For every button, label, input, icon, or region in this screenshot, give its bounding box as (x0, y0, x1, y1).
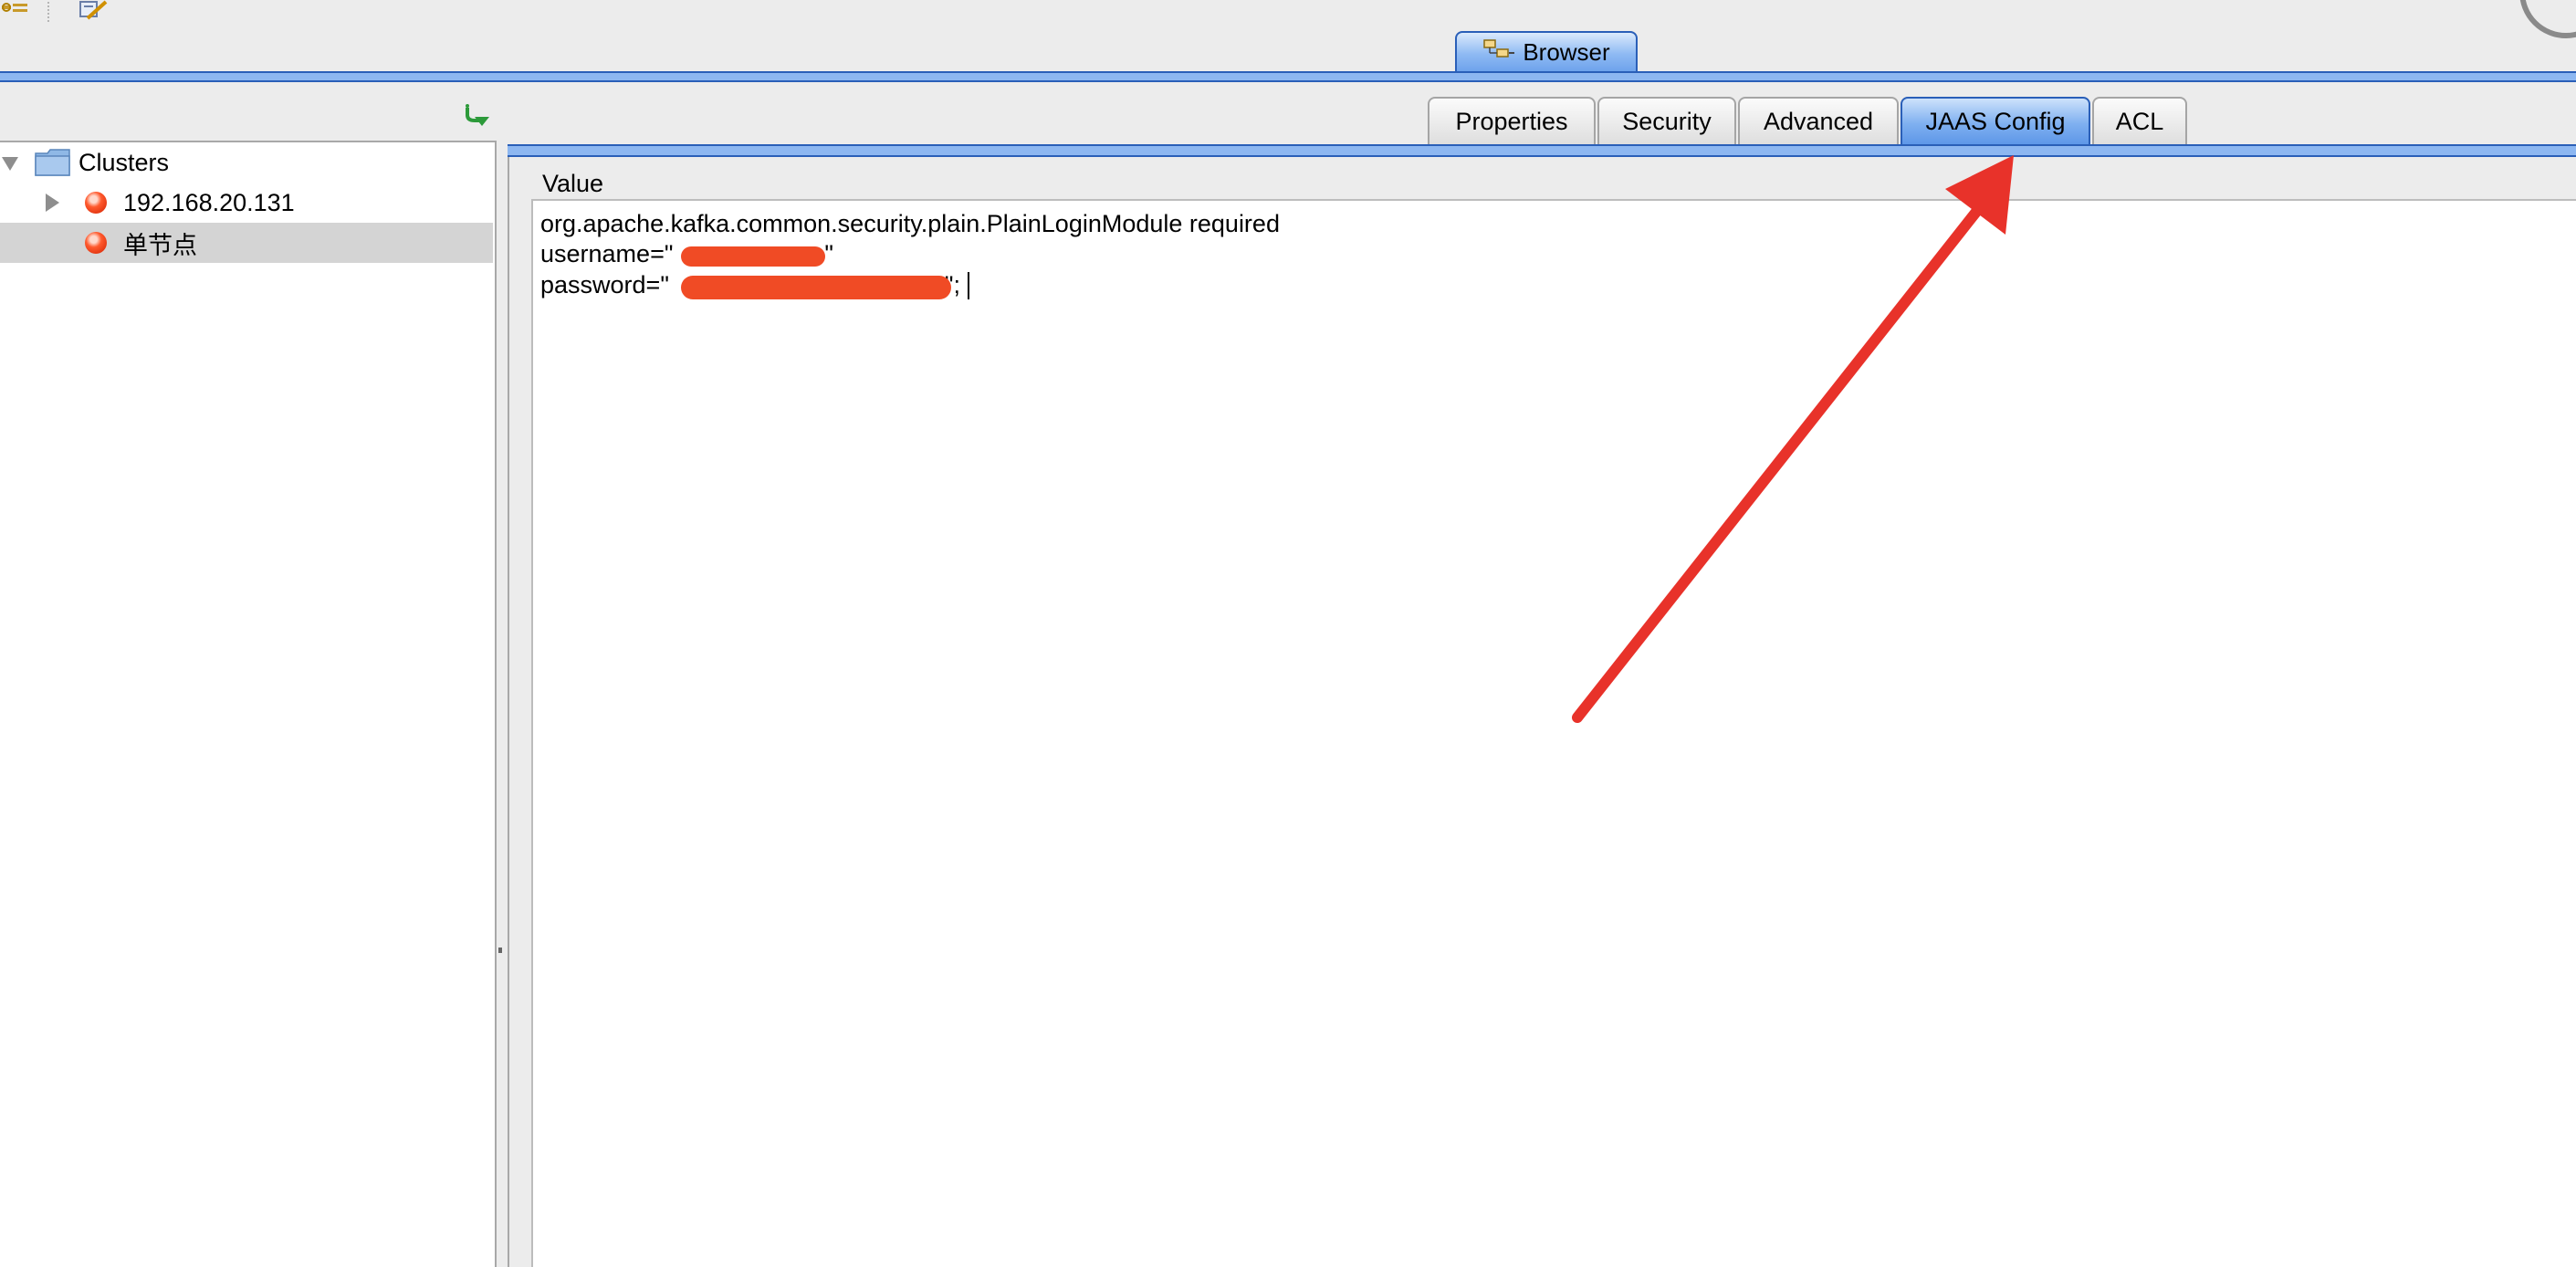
perspective-divider (0, 71, 2576, 82)
refresh-arrow-icon[interactable] (462, 102, 493, 136)
tree-toolbar (0, 82, 497, 141)
config-icon[interactable] (0, 0, 31, 25)
tab-label: Properties (1455, 107, 1568, 135)
tab-strip-divider (508, 144, 2576, 157)
password-key: password=" (540, 271, 669, 298)
tab-security[interactable]: Security (1597, 97, 1736, 144)
password-redaction (681, 276, 951, 299)
config-line-module: org.apache.kafka.common.security.plain.P… (540, 210, 1280, 237)
text-caret (968, 272, 969, 299)
browser-tab-label: Browser (1523, 37, 1610, 66)
tab-label: JAAS Config (1925, 107, 2066, 135)
tab-label: Security (1622, 107, 1712, 135)
browser-tree-icon (1482, 37, 1515, 68)
tab-label: Advanced (1763, 107, 1874, 135)
edit-icon[interactable] (79, 0, 111, 26)
tab-jaas-config[interactable]: JAAS Config (1901, 97, 2090, 144)
username-redaction (681, 246, 825, 267)
tree-item-label: 192.168.20.131 (123, 188, 295, 216)
tab-label: ACL (2115, 107, 2164, 135)
tree-root-label: Clusters (79, 148, 170, 176)
cluster-tree-panel: Clusters 192.168.20.131 单节点 (0, 141, 497, 1267)
tree-item-single-node[interactable]: 单节点 (0, 223, 493, 263)
toolbar-separator (47, 2, 49, 22)
red-node-icon (85, 232, 107, 254)
tab-advanced[interactable]: Advanced (1738, 97, 1899, 144)
folder-icon (35, 148, 71, 183)
value-column-header: Value (542, 170, 604, 197)
jaas-config-textarea[interactable] (531, 199, 2576, 1267)
red-node-icon (85, 192, 107, 214)
tree-item-cluster-ip[interactable]: 192.168.20.131 (0, 183, 493, 223)
window-corner-decoration (2519, 0, 2576, 38)
username-closing-quote: " (824, 240, 834, 267)
tree-root-clusters[interactable]: Clusters (0, 142, 493, 183)
browser-perspective-tab[interactable]: Browser (1455, 31, 1638, 71)
collapse-triangle-icon[interactable] (2, 157, 18, 171)
main-toolbar (0, 0, 2576, 38)
expand-triangle-icon[interactable] (46, 194, 59, 212)
tab-properties[interactable]: Properties (1428, 97, 1596, 144)
username-key: username=" (540, 240, 674, 267)
tree-item-label: 单节点 (123, 231, 197, 259)
panel-splitter[interactable] (497, 141, 504, 1267)
splitter-grip[interactable] (498, 948, 502, 953)
tab-acl[interactable]: ACL (2092, 97, 2187, 144)
